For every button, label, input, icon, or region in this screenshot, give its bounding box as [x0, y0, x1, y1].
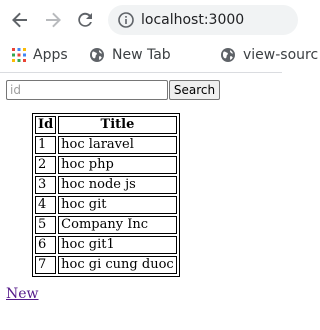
bookmark-view-source[interactable]: view-sourc: [220, 45, 318, 65]
apps-grid-icon: [12, 48, 26, 62]
forward-button[interactable]: [41, 8, 65, 32]
cell-title: hoc git: [58, 196, 177, 214]
bookmark-new-tab[interactable]: New Tab: [89, 45, 171, 65]
bookmark-apps-label: Apps: [33, 47, 68, 63]
cell-title: hoc laravel: [58, 136, 177, 154]
address-bar[interactable]: localhost:3000: [108, 5, 298, 35]
bookmark-view-source-label: view-sourc: [243, 47, 319, 63]
address-url: localhost:3000: [141, 12, 245, 28]
globe-icon: [90, 48, 104, 62]
cell-title: hoc php: [58, 156, 177, 174]
new-record-link[interactable]: New: [6, 286, 39, 302]
cell-id: 1: [35, 136, 57, 154]
cell-id: 2: [35, 156, 57, 174]
cell-title: Company Inc: [58, 216, 177, 234]
search-button[interactable]: Search: [169, 80, 220, 100]
bookmark-new-tab-label: New Tab: [112, 47, 171, 63]
table-header-row: Id Title: [35, 116, 177, 134]
search-input[interactable]: [6, 80, 168, 100]
table-row: 3 hoc node js: [35, 176, 177, 194]
table-row: 6 hoc git1: [35, 236, 177, 254]
browser-toolbar: localhost:3000: [0, 0, 298, 40]
back-button[interactable]: [8, 8, 32, 32]
table-row: 5 Company Inc: [35, 216, 177, 234]
reload-icon: [78, 12, 92, 27]
info-icon[interactable]: [118, 12, 134, 28]
cell-id: 5: [35, 216, 57, 234]
table-row: 4 hoc git: [35, 196, 177, 214]
bookmarks-bar: Apps New Tab view-sourc: [0, 40, 318, 70]
cell-title: hoc git1: [58, 236, 177, 254]
bookmark-apps[interactable]: Apps: [12, 45, 68, 65]
column-header-title: Title: [58, 116, 177, 134]
browser-chrome: localhost:3000 Apps New Tab view-sourc: [0, 0, 318, 73]
globe-icon: [221, 48, 235, 62]
cell-title: hoc node js: [58, 176, 177, 194]
cell-id: 3: [35, 176, 57, 194]
cell-id: 6: [35, 236, 57, 254]
arrow-right-icon: [46, 12, 61, 28]
column-header-id: Id: [35, 116, 57, 134]
records-table: Id Title 1 hoc laravel 2 hoc php 3 hoc n…: [32, 113, 180, 277]
reload-button[interactable]: [73, 8, 97, 32]
table-row: 2 hoc php: [35, 156, 177, 174]
cell-id: 4: [35, 196, 57, 214]
arrow-left-icon: [12, 12, 27, 28]
table-row: 1 hoc laravel: [35, 136, 177, 154]
cell-id: 7: [35, 256, 57, 274]
cell-title: hoc gi cung duoc: [58, 256, 177, 274]
table-row: 7 hoc gi cung duoc: [35, 256, 177, 274]
